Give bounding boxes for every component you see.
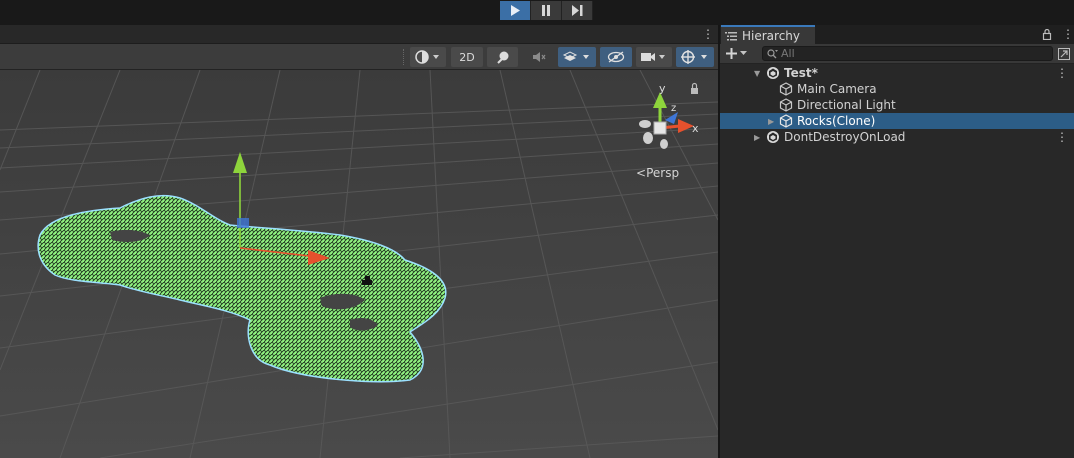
- hidden-objects-toggle[interactable]: [600, 47, 632, 67]
- camera-settings-dropdown[interactable]: [636, 47, 672, 67]
- light-bulb-icon: [496, 51, 508, 64]
- scene-menu-icon[interactable]: ⋮: [1056, 66, 1068, 80]
- search-placeholder: All: [781, 47, 795, 60]
- list-item-test-scene[interactable]: ▼ Test* ⋮: [720, 65, 1074, 81]
- hierarchy-search[interactable]: All: [762, 46, 1053, 61]
- camera-icon: [641, 53, 665, 61]
- gameobject-cube-icon: [779, 114, 793, 128]
- collapsed-arrow-icon[interactable]: ▶: [754, 133, 760, 142]
- unity-scene-icon: [767, 131, 779, 143]
- scene-menu-icon[interactable]: ⋮: [702, 28, 714, 40]
- item-label: Main Camera: [797, 82, 877, 96]
- shading-mode-icon: [415, 50, 439, 64]
- hierarchy-menu-icon[interactable]: ⋮: [1062, 28, 1074, 40]
- play-icon: [511, 5, 520, 16]
- lighting-toggle-button[interactable]: [487, 47, 518, 67]
- projection-toggle[interactable]: <Persp: [636, 166, 679, 180]
- play-controls: [500, 1, 593, 20]
- scene-toolbar: 2D: [0, 44, 718, 70]
- collapsed-arrow-icon[interactable]: ▶: [768, 117, 774, 126]
- effects-layers-icon: [562, 51, 589, 61]
- tab-hierarchy[interactable]: Hierarchy: [721, 25, 815, 44]
- list-item-main-camera[interactable]: Main Camera: [720, 81, 1074, 97]
- step-icon: [571, 5, 582, 16]
- list-item-rocks-clone[interactable]: ▶ Rocks(Clone): [720, 113, 1074, 129]
- pause-icon: [542, 5, 550, 16]
- unity-scene-icon: [767, 67, 779, 79]
- expanded-arrow-icon[interactable]: ▼: [754, 69, 760, 78]
- scene-name-label: DontDestroyOnLoad: [784, 130, 906, 144]
- pause-button[interactable]: [531, 1, 562, 20]
- create-dropdown[interactable]: [726, 46, 752, 61]
- toolbar-grip[interactable]: [403, 49, 405, 65]
- gizmo-z-label: z: [671, 103, 677, 114]
- audio-toggle-button[interactable]: [523, 47, 554, 67]
- step-button[interactable]: [562, 1, 593, 20]
- chevron-left-icon: <: [636, 166, 647, 180]
- gizmo-y-label: y: [659, 82, 666, 95]
- hierarchy-tab-bar: Hierarchy ⋮: [720, 25, 1074, 44]
- effects-dropdown[interactable]: [558, 47, 596, 67]
- scene-view: ⋮ 2D y z x <Persp: [0, 25, 718, 458]
- list-item-directional-light[interactable]: Directional Light: [720, 97, 1074, 113]
- hierarchy-tab-label: Hierarchy: [742, 28, 801, 43]
- projection-label: Persp: [646, 166, 680, 180]
- hierarchy-list-icon: [725, 31, 737, 40]
- 2d-label: 2D: [459, 50, 475, 64]
- gameobject-cube-icon: [779, 98, 793, 112]
- speaker-muted-icon: [532, 52, 545, 62]
- play-button[interactable]: [500, 1, 531, 20]
- panel-lock-icon[interactable]: [1042, 29, 1052, 40]
- draw-mode-dropdown[interactable]: [410, 47, 446, 67]
- search-icon: [767, 49, 778, 59]
- 2d-toggle-button[interactable]: 2D: [451, 47, 483, 67]
- scene-name-label: Test*: [784, 66, 818, 80]
- gizmo-x-label: x: [692, 122, 699, 135]
- plus-icon: [726, 48, 737, 59]
- item-label: Directional Light: [797, 98, 896, 112]
- list-item-dont-destroy-on-load[interactable]: ▶ DontDestroyOnLoad ⋮: [720, 129, 1074, 145]
- gizmos-dropdown[interactable]: [676, 47, 714, 67]
- hierarchy-toolbar: All: [720, 44, 1074, 64]
- chevron-down-icon: [740, 51, 747, 55]
- main-toolbar: [0, 0, 1074, 25]
- scene-viewport[interactable]: y z x <Persp: [0, 70, 718, 458]
- hierarchy-panel: Hierarchy ⋮ All ▼ Test* ⋮ Main Camera Di…: [720, 25, 1074, 458]
- scene-visibility-icon[interactable]: [1058, 48, 1070, 60]
- hierarchy-tree: ▼ Test* ⋮ Main Camera Directional Light …: [720, 65, 1074, 145]
- eye-hidden-icon: [607, 51, 625, 63]
- gizmos-icon: [681, 50, 707, 64]
- item-label: Rocks(Clone): [797, 114, 876, 128]
- scene-menu-icon[interactable]: ⋮: [1056, 130, 1068, 144]
- scene-tab-bar: ⋮: [0, 25, 718, 44]
- scene-grid: [0, 70, 718, 458]
- gameobject-cube-icon: [779, 82, 793, 96]
